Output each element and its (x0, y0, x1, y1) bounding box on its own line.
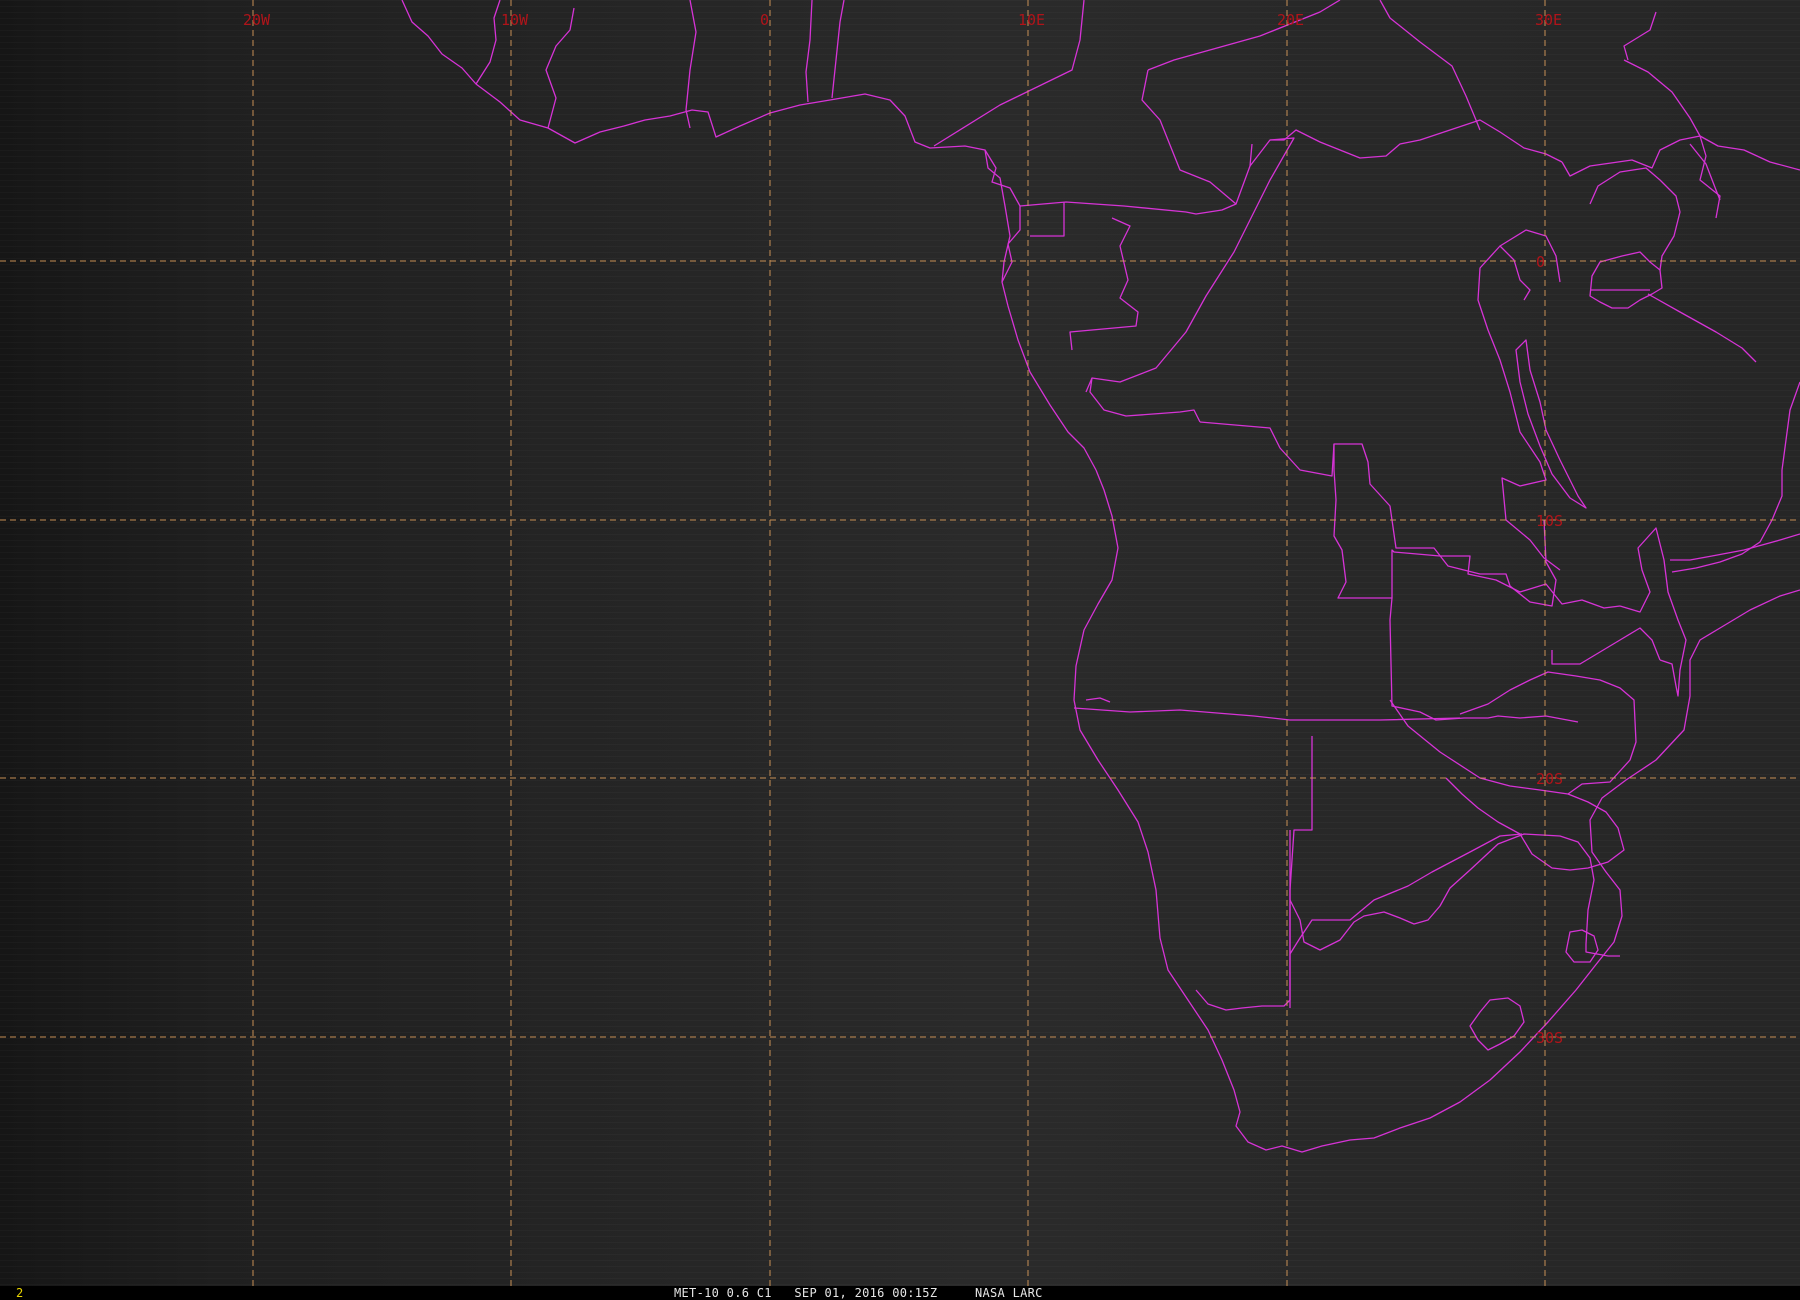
latitude-label: 20S (1536, 770, 1563, 788)
image-caption: MET-10 0.6 C1 SEP 01, 2016 00:15Z NASA L… (674, 1286, 1043, 1300)
longitude-label: 20W (243, 11, 271, 29)
status-bar: 2 MET-10 0.6 C1 SEP 01, 2016 00:15Z NASA… (0, 1286, 1800, 1300)
longitude-label: 20E (1277, 11, 1304, 29)
scanline-texture (0, 0, 1800, 1286)
satellite-map[interactable]: 20W 10W 0 10E 20E 30E 0 10S 20S 30S (0, 0, 1800, 1286)
latitude-label: 0 (1536, 253, 1545, 271)
latitude-label: 30S (1536, 1029, 1563, 1047)
latitude-label: 10S (1536, 512, 1563, 530)
frame-number: 2 (16, 1286, 24, 1300)
longitude-label: 30E (1535, 11, 1562, 29)
longitude-label: 0 (760, 11, 769, 29)
longitude-label: 10W (501, 11, 529, 29)
longitude-label: 10E (1018, 11, 1045, 29)
satellite-image-viewer: 20W 10W 0 10E 20E 30E 0 10S 20S 30S 2 MET-10 0.6 … (0, 0, 1800, 1300)
